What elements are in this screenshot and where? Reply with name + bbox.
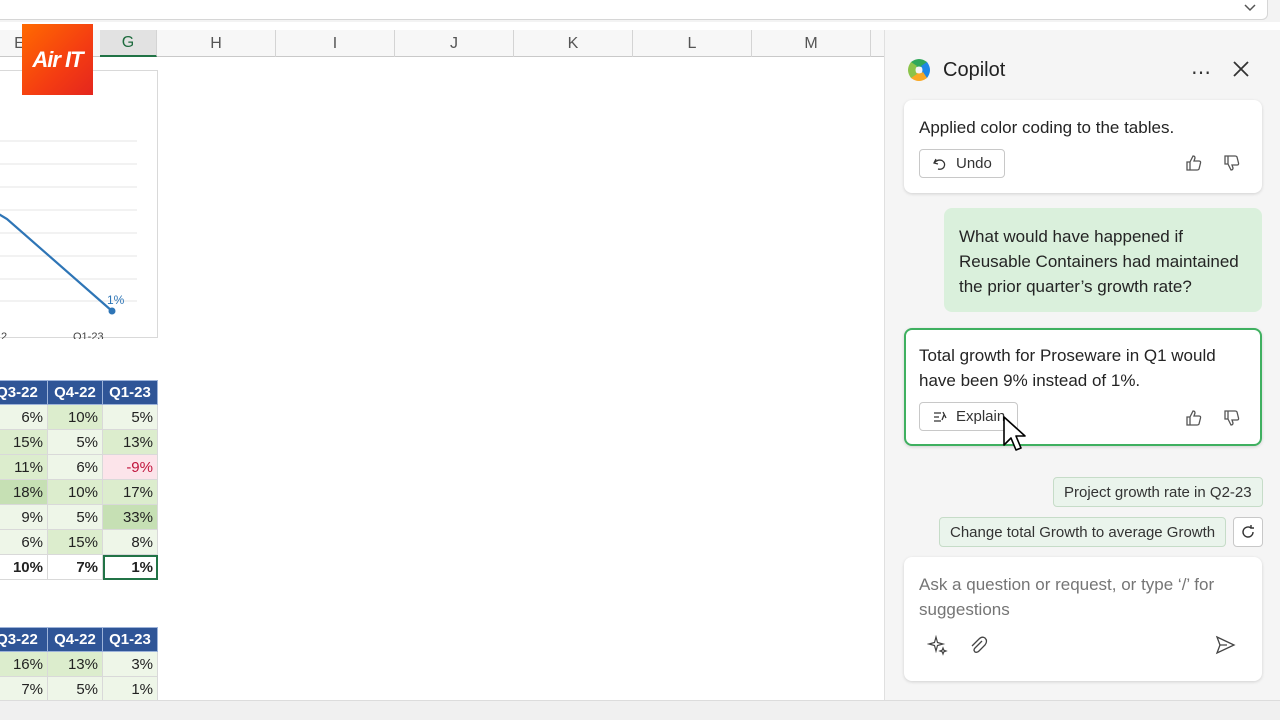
user-message: What would have happened if Reusable Con…: [944, 208, 1262, 312]
cell[interactable]: 18%: [0, 479, 48, 505]
air-it-logo: Air IT: [22, 24, 93, 95]
worksheet[interactable]: E G H I J K L M 1% 2 Q1-23 Q3-22 Q4-22 Q…: [0, 30, 884, 700]
cell[interactable]: 6%: [0, 529, 48, 555]
mouse-pointer-icon: [1003, 416, 1026, 451]
column-header-h[interactable]: H: [157, 30, 276, 57]
column-header-j[interactable]: J: [395, 30, 514, 57]
formula-bar[interactable]: [0, 0, 1268, 20]
column-header-m[interactable]: M: [752, 30, 871, 57]
message-text: Total growth for Proseware in Q1 would h…: [919, 346, 1216, 390]
header-cell[interactable]: Q3-22: [0, 627, 48, 652]
cell[interactable]: 6%: [47, 454, 103, 480]
column-header-l[interactable]: L: [633, 30, 752, 57]
table-row: 7% 5% 1%: [0, 676, 158, 700]
data-label: 1%: [107, 293, 125, 307]
header-cell[interactable]: Q4-22: [47, 380, 103, 405]
thumbs-up-icon[interactable]: [1184, 153, 1204, 173]
table-row: 11% 6% -9%: [0, 454, 158, 480]
chat-input-box: [904, 557, 1262, 681]
active-cell[interactable]: 1%: [102, 554, 158, 580]
cell[interactable]: 6%: [0, 404, 48, 430]
cell[interactable]: 5%: [47, 504, 103, 530]
cell[interactable]: 3%: [102, 651, 158, 677]
assistant-message-1: Applied color coding to the tables. Undo: [904, 100, 1262, 193]
refresh-icon: [1242, 525, 1254, 538]
table-row: 18% 10% 17%: [0, 479, 158, 505]
cell[interactable]: 10%: [47, 404, 103, 430]
cell[interactable]: 5%: [47, 429, 103, 455]
formula-bar-area: [0, 0, 1280, 22]
header-cell[interactable]: Q1-23: [102, 380, 158, 405]
growth-table-2: Q3-22 Q4-22 Q1-23 16% 13% 3% 7% 5% 1%: [0, 627, 158, 700]
cell[interactable]: 15%: [47, 529, 103, 555]
growth-table-1: Q3-22 Q4-22 Q1-23 6% 10% 5% 15% 5% 13% 1…: [0, 380, 158, 580]
cell[interactable]: 10%: [47, 479, 103, 505]
undo-button[interactable]: Undo: [919, 149, 1005, 178]
total-cell[interactable]: 10%: [0, 554, 48, 580]
table-row: 6% 10% 5%: [0, 404, 158, 430]
column-header-g[interactable]: G: [100, 30, 157, 57]
status-bar: [0, 700, 1280, 720]
chevron-down-icon[interactable]: [1242, 0, 1258, 16]
column-header-k[interactable]: K: [514, 30, 633, 57]
cell[interactable]: 17%: [102, 479, 158, 505]
copilot-logo-icon: [908, 59, 930, 81]
table-total-row: 10% 7% 1%: [0, 554, 158, 580]
explain-label: Explain: [956, 408, 1006, 425]
cell[interactable]: 8%: [102, 529, 158, 555]
copilot-title: Copilot: [943, 59, 1006, 81]
x-tick-label: 2: [1, 331, 7, 339]
send-icon[interactable]: [1214, 634, 1236, 656]
cell[interactable]: 5%: [47, 676, 103, 700]
x-tick-label: Q1-23: [73, 331, 104, 339]
line-chart[interactable]: 1% 2 Q1-23: [0, 70, 158, 339]
cell[interactable]: 7%: [0, 676, 48, 700]
header-cell[interactable]: Q4-22: [47, 627, 103, 652]
cell[interactable]: 16%: [0, 651, 48, 677]
explain-icon: [934, 411, 947, 422]
cell[interactable]: 13%: [47, 651, 103, 677]
refresh-suggestions-button[interactable]: [1233, 517, 1263, 547]
message-text: Applied color coding to the tables.: [919, 118, 1175, 137]
table-row: 16% 13% 3%: [0, 651, 158, 677]
data-point: [108, 307, 116, 315]
series-line: [0, 213, 113, 312]
thumbs-down-icon[interactable]: [1222, 153, 1242, 173]
close-icon[interactable]: [1230, 58, 1252, 80]
cell[interactable]: 1%: [102, 676, 158, 700]
suggestion-project-growth[interactable]: Project growth rate in Q2-23: [1053, 477, 1263, 507]
table-row: 9% 5% 33%: [0, 504, 158, 530]
excel-window: E G H I J K L M 1% 2 Q1-23 Q3-22 Q4-22 Q…: [0, 0, 1280, 720]
undo-icon: [933, 158, 946, 170]
cell[interactable]: 9%: [0, 504, 48, 530]
thumbs-up-icon[interactable]: [1184, 408, 1204, 428]
sparkle-prompts-icon[interactable]: [927, 634, 949, 656]
cell[interactable]: 13%: [102, 429, 158, 455]
chart-canvas: 1% 2 Q1-23: [0, 140, 137, 339]
cell[interactable]: 33%: [102, 504, 158, 530]
cell[interactable]: 5%: [102, 404, 158, 430]
column-header-i[interactable]: I: [276, 30, 395, 57]
table-row: 15% 5% 13%: [0, 429, 158, 455]
header-cell[interactable]: Q3-22: [0, 380, 48, 405]
cell[interactable]: 11%: [0, 454, 48, 480]
thumbs-down-icon[interactable]: [1222, 408, 1242, 428]
header-cell[interactable]: Q1-23: [102, 627, 158, 652]
more-options-icon[interactable]: ⋯: [1191, 60, 1212, 85]
total-cell[interactable]: 7%: [47, 554, 103, 580]
table-row: 6% 15% 8%: [0, 529, 158, 555]
copilot-pane: Copilot ⋯ Applied color coding to the ta…: [884, 30, 1280, 700]
assistant-message-2: Total growth for Proseware in Q1 would h…: [904, 328, 1262, 446]
suggestion-change-total-growth[interactable]: Change total Growth to average Growth: [939, 517, 1227, 547]
attach-icon[interactable]: [967, 634, 989, 656]
cell[interactable]: -9%: [102, 454, 158, 480]
column-headers: E G H I J K L M: [0, 30, 884, 57]
cell[interactable]: 15%: [0, 429, 48, 455]
chat-input[interactable]: [919, 572, 1249, 626]
undo-label: Undo: [956, 155, 992, 172]
